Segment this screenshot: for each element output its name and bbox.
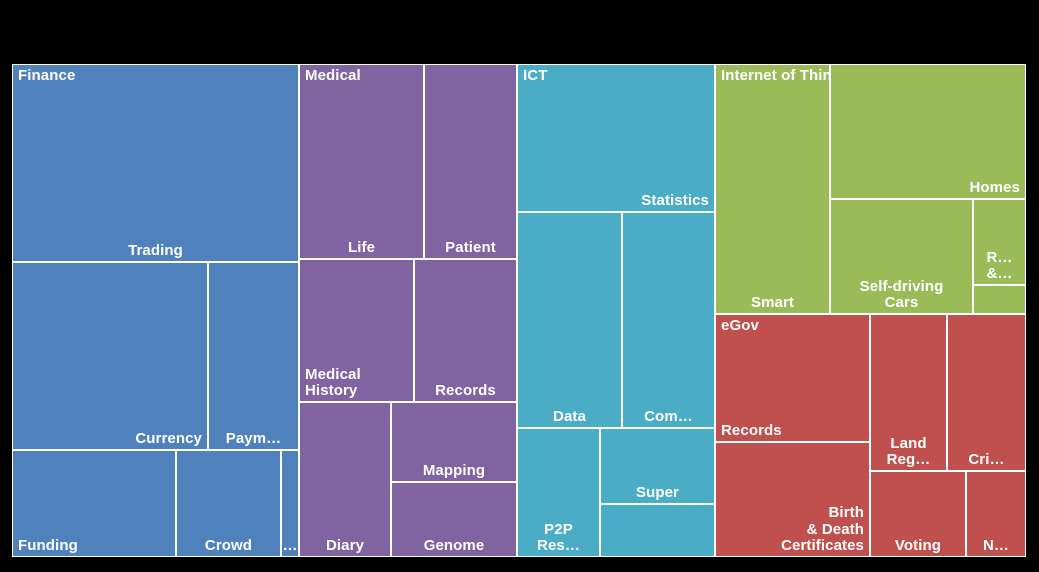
treemap-cell-land-registry[interactable]: Land Reg…: [870, 314, 947, 471]
treemap-cell-label-medical-records: Records: [435, 381, 496, 399]
treemap-cell-label-voting: Voting: [894, 536, 942, 554]
treemap-cell-label-communications: Com…: [644, 407, 693, 425]
treemap-cell-homes[interactable]: Homes: [830, 64, 1026, 199]
treemap-cell-genome[interactable]: Genome: [391, 482, 517, 557]
treemap-cell-label-finance-other: …: [282, 536, 298, 554]
treemap-cell-label-self-driving-cars: Self-driving Cars: [831, 277, 972, 311]
treemap-cell-robots-drones[interactable]: R… &…: [973, 199, 1026, 285]
treemap-cell-diary[interactable]: Diary: [299, 402, 391, 557]
treemap-cell-label-p2p-line2: Res…: [537, 536, 580, 554]
treemap-group-internet-of-things: Internet of Things Smart Homes Self-driv…: [715, 64, 1026, 314]
treemap-cell-label-medical-history: Medical History: [305, 365, 361, 399]
treemap-group-label-internet-of-things: Internet of Things: [721, 67, 829, 84]
treemap-cell-label-robots-drones: R… &…: [974, 248, 1025, 282]
treemap-cell-label-land-line1: Land: [890, 434, 927, 452]
treemap-cell-label-payments: Paym…: [225, 429, 282, 447]
treemap-cell-label-notary: N…: [982, 536, 1010, 554]
treemap-chart: Finance Trading Currency Paym… Funding C…: [12, 64, 1026, 557]
treemap-group-label-egov: eGov: [721, 317, 759, 334]
treemap-cell-label-funding: Funding: [18, 536, 78, 554]
treemap-group-egov: eGov Records Birth & Death Certificates La…: [715, 314, 1026, 557]
treemap-group-label-ict: ICT: [523, 67, 548, 84]
treemap-cell-funding[interactable]: Funding: [12, 450, 176, 557]
treemap-cell-crime[interactable]: Cri…: [947, 314, 1026, 471]
treemap-group-finance: Finance Trading Currency Paym… Funding C…: [12, 64, 299, 557]
treemap-cell-label-selfdriving-line1: Self-driving: [859, 277, 944, 295]
treemap-cell-label-land-registry: Land Reg…: [871, 434, 946, 468]
treemap-cell-medical-records[interactable]: Records: [414, 259, 517, 402]
treemap-cell-label-trading: Trading: [128, 241, 183, 259]
treemap-cell-self-driving-cars[interactable]: Self-driving Cars: [830, 199, 973, 314]
treemap-cell-voting[interactable]: Voting: [870, 471, 966, 557]
treemap-cell-statistics[interactable]: ICT Statistics: [517, 64, 715, 212]
treemap-cell-label-birth-line1: Birth: [828, 504, 864, 522]
treemap-cell-label-birth-death-certificates: Birth & Death Certificates: [781, 505, 864, 554]
treemap-cell-label-patient: Patient: [445, 238, 496, 256]
treemap-cell-label-life: Life: [347, 238, 376, 256]
treemap-cell-birth-death-certificates[interactable]: Birth & Death Certificates: [715, 442, 870, 557]
treemap-cell-label-smart: Smart: [750, 293, 795, 311]
treemap-cell-payments[interactable]: Paym…: [208, 262, 299, 450]
treemap-cell-label-robots-line2: &…: [986, 264, 1013, 282]
treemap-cell-label-land-line2: Reg…: [886, 450, 931, 468]
treemap-cell-finance-other[interactable]: …: [281, 450, 299, 557]
treemap-cell-label-super: Super: [635, 483, 679, 501]
treemap-cell-label-birth-line2: & Death: [806, 520, 864, 538]
treemap-cell-label-p2p-resources: P2P Res…: [518, 520, 599, 554]
treemap-cell-label-mapping: Mapping: [422, 461, 486, 479]
treemap-cell-label-genome: Genome: [423, 536, 485, 554]
treemap-cell-p2p-resources[interactable]: P2P Res…: [517, 428, 600, 557]
treemap-cell-patient[interactable]: Patient: [424, 64, 517, 259]
treemap-group-label-finance: Finance: [18, 67, 76, 84]
treemap-cell-label-medical-history-line1: Medical: [305, 365, 361, 383]
treemap-cell-label-selfdriving-line2: Cars: [884, 293, 919, 311]
treemap-cell-label-diary: Diary: [325, 536, 365, 554]
treemap-cell-life[interactable]: Medical Life: [299, 64, 424, 259]
treemap-cell-mapping[interactable]: Mapping: [391, 402, 517, 482]
treemap-cell-label-robots-line1: R…: [986, 248, 1013, 266]
treemap-cell-label-p2p-line1: P2P: [544, 520, 573, 538]
treemap-cell-trading[interactable]: Finance Trading: [12, 64, 299, 262]
treemap-group-ict: ICT Statistics Data Com… P2P Res… Super: [517, 64, 715, 557]
treemap-cell-label-medical-history-line2: History: [305, 381, 358, 399]
treemap-cell-super[interactable]: Super: [600, 428, 715, 504]
treemap-cell-currency[interactable]: Currency: [12, 262, 208, 450]
treemap-cell-notary[interactable]: N…: [966, 471, 1026, 557]
treemap-cell-iot-unlabeled[interactable]: [973, 285, 1026, 314]
treemap-cell-crowd[interactable]: Crowd: [176, 450, 281, 557]
treemap-cell-smart[interactable]: Internet of Things Smart: [715, 64, 830, 314]
treemap-cell-label-egov-records: Records: [721, 421, 782, 439]
treemap-group-medical: Medical Life Patient Medical History Reco…: [299, 64, 517, 557]
treemap-cell-label-crime: Cri…: [968, 450, 1005, 468]
treemap-group-label-medical: Medical: [305, 67, 361, 84]
treemap-cell-medical-history[interactable]: Medical History: [299, 259, 414, 402]
treemap-cell-label-statistics: Statistics: [641, 191, 709, 209]
treemap-cell-label-homes: Homes: [969, 178, 1020, 196]
treemap-cell-label-birth-line3: Certificates: [781, 536, 864, 554]
treemap-cell-communications[interactable]: Com…: [622, 212, 715, 428]
treemap-cell-label-currency: Currency: [135, 429, 202, 447]
treemap-cell-ict-data[interactable]: Data: [517, 212, 622, 428]
treemap-cell-label-crowd: Crowd: [204, 536, 253, 554]
treemap-cell-egov-records[interactable]: eGov Records: [715, 314, 870, 442]
treemap-cell-ict-unlabeled[interactable]: [600, 504, 715, 557]
treemap-cell-label-ict-data: Data: [553, 407, 586, 425]
